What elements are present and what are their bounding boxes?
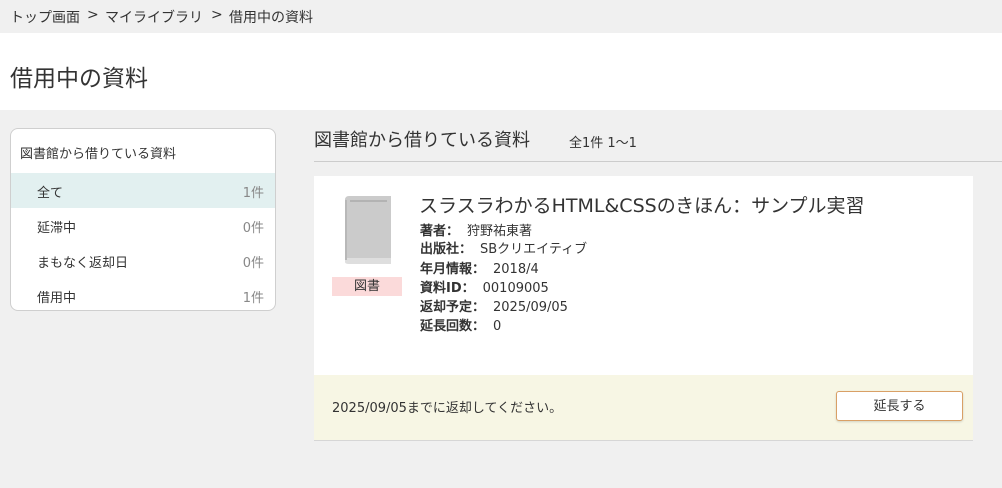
material-type-badge: 図書 <box>332 277 402 296</box>
meta-label: 年月情報： <box>420 262 486 277</box>
sidebar-item-count: 1件 <box>242 186 264 201</box>
meta-material-id: 資料ID： 00109005 <box>420 277 549 296</box>
sidebar-item-count: 0件 <box>242 256 264 271</box>
breadcrumb-link-top[interactable]: トップ画面 <box>10 7 80 27</box>
sidebar-item-label: まもなく返却日 <box>37 256 129 271</box>
meta-extension-count: 延長回数： 0 <box>420 315 501 334</box>
title-band: 借用中の資料 <box>0 33 1002 110</box>
book-title[interactable]: スラスラわかるHTML&CSSのきほん：サンプル実習 <box>419 191 865 218</box>
sidebar-heading: 図書館から借りている資料 <box>20 147 177 162</box>
sidebar-item-borrowing[interactable]: 借用中 1件 <box>11 278 275 310</box>
result-count: 全1件 1〜1 <box>569 136 637 151</box>
sidebar-item-due-soon[interactable]: まもなく返却日 0件 <box>11 243 275 278</box>
breadcrumb: トップ画面 > マイライブラリ > 借用中の資料 <box>0 0 1002 33</box>
sidebar-item-label: 延滞中 <box>37 221 77 236</box>
meta-value: 2018/4 <box>493 262 539 277</box>
sidebar-item-label: 全て <box>37 186 64 201</box>
meta-value: 2025/09/05 <box>493 300 568 315</box>
meta-label: 資料ID： <box>420 281 475 296</box>
sidebar-item-label: 借用中 <box>37 291 77 306</box>
meta-value: 00109005 <box>482 281 549 296</box>
meta-label: 著者： <box>420 224 460 239</box>
meta-publisher: 出版社： SBクリエイティブ <box>420 238 587 257</box>
extend-button[interactable]: 延長する <box>836 391 963 421</box>
main-heading: 図書館から借りている資料 <box>314 130 530 151</box>
meta-label: 延長回数： <box>420 319 486 334</box>
meta-value: 0 <box>493 319 502 334</box>
breadcrumb-separator: > <box>87 7 99 23</box>
sidebar-item-all[interactable]: 全て 1件 <box>11 173 275 208</box>
due-message: 2025/09/05までに返却してください。 <box>332 401 563 416</box>
sidebar-item-count: 1件 <box>242 291 264 306</box>
meta-author: 著者： 狩野祐東著 <box>420 220 532 239</box>
sidebar-item-count: 0件 <box>242 221 264 236</box>
divider <box>314 161 1002 162</box>
book-icon <box>345 196 391 264</box>
meta-date: 年月情報： 2018/4 <box>420 258 539 277</box>
meta-value: SBクリエイティブ <box>480 242 588 257</box>
meta-due-date: 返却予定： 2025/09/05 <box>420 296 568 315</box>
meta-value: 狩野祐東著 <box>467 224 533 239</box>
loan-item-card: 図書 スラスラわかるHTML&CSSのきほん：サンプル実習 著者： 狩野祐東著 出… <box>314 176 973 441</box>
meta-label: 出版社： <box>420 242 473 257</box>
breadcrumb-link-mylibrary[interactable]: マイライブラリ <box>105 7 203 27</box>
sidebar-item-overdue[interactable]: 延滞中 0件 <box>11 208 275 243</box>
breadcrumb-separator: > <box>211 7 223 23</box>
page-title: 借用中の資料 <box>10 66 148 92</box>
breadcrumb-current: 借用中の資料 <box>229 10 313 26</box>
meta-label: 返却予定： <box>420 300 486 315</box>
sidebar: 図書館から借りている資料 全て 1件 延滞中 0件 まもなく返却日 0件 借用中… <box>10 128 276 311</box>
card-footer: 2025/09/05までに返却してください。 延長する <box>314 375 973 440</box>
